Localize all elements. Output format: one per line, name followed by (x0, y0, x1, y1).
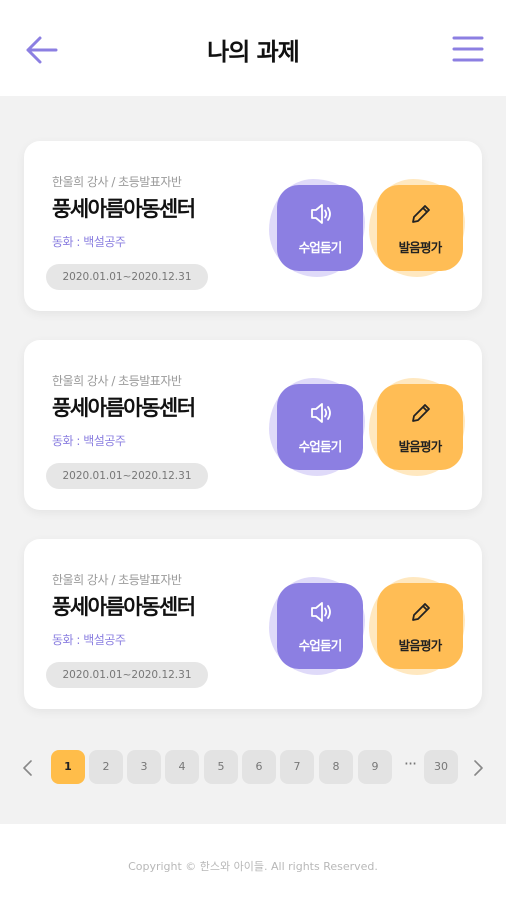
page-button-7[interactable]: 7 (280, 750, 314, 784)
period-badge: 2020.01.01~2020.12.31 (46, 264, 208, 290)
listen-class-button[interactable]: 수업듣기 (269, 577, 365, 675)
app-header: 나의 과제 (0, 0, 506, 96)
page-button-8[interactable]: 8 (319, 750, 353, 784)
pagination: 1 2 3 4 5 6 7 8 9 ··· 30 (0, 750, 506, 786)
pronunciation-eval-label: 발음평가 (398, 240, 443, 255)
period-badge: 2020.01.01~2020.12.31 (46, 463, 208, 489)
period-badge: 2020.01.01~2020.12.31 (46, 662, 208, 688)
pronunciation-eval-button[interactable]: 발음평가 (369, 378, 465, 476)
listen-class-label: 수업듣기 (298, 240, 343, 255)
next-page-button[interactable] (468, 758, 488, 778)
pencil-icon (412, 205, 430, 223)
chevron-left-icon (23, 760, 32, 776)
pencil-icon (412, 603, 430, 621)
assignment-card: 한울희 강사 / 초등발표자반 풍세아름아동센터 동화 : 백설공주 2020.… (24, 539, 482, 709)
page-button-6[interactable]: 6 (242, 750, 276, 784)
hamburger-menu-icon (452, 36, 484, 62)
pronunciation-eval-label: 발음평가 (398, 439, 443, 454)
pagination-ellipsis: ··· (403, 754, 417, 773)
page-button-3[interactable]: 3 (127, 750, 161, 784)
teacher-class-label: 한울희 강사 / 초등발표자반 (52, 175, 182, 189)
menu-button[interactable] (450, 32, 486, 66)
prev-page-button[interactable] (18, 758, 38, 778)
center-name: 풍세아름아동센터 (52, 396, 196, 420)
page-button-4[interactable]: 4 (165, 750, 199, 784)
teacher-class-label: 한울희 강사 / 초등발표자반 (52, 573, 182, 587)
center-name: 풍세아름아동센터 (52, 595, 196, 619)
page-title: 나의 과제 (207, 38, 300, 66)
copyright-text: Copyright © 한스와 아이들. All rights Reserved… (128, 860, 378, 873)
speaker-icon (311, 602, 331, 622)
pronunciation-eval-button[interactable]: 발음평가 (369, 179, 465, 277)
page-button-2[interactable]: 2 (89, 750, 123, 784)
center-name: 풍세아름아동센터 (52, 197, 196, 221)
book-label: 동화 : 백설공주 (52, 633, 126, 647)
book-label: 동화 : 백설공주 (52, 434, 126, 448)
listen-class-label: 수업듣기 (298, 638, 343, 653)
page-button-last[interactable]: 30 (424, 750, 458, 784)
pronunciation-eval-label: 발음평가 (398, 638, 443, 653)
pencil-icon (412, 404, 430, 422)
chevron-right-icon (474, 760, 483, 776)
assignment-card: 한울희 강사 / 초등발표자반 풍세아름아동센터 동화 : 백설공주 2020.… (24, 340, 482, 510)
speaker-icon (311, 204, 331, 224)
listen-class-button[interactable]: 수업듣기 (269, 179, 365, 277)
footer: Copyright © 한스와 아이들. All rights Reserved… (0, 824, 506, 900)
book-label: 동화 : 백설공주 (52, 235, 126, 249)
page-button-5[interactable]: 5 (204, 750, 238, 784)
pronunciation-eval-button[interactable]: 발음평가 (369, 577, 465, 675)
speaker-icon (311, 403, 331, 423)
teacher-class-label: 한울희 강사 / 초등발표자반 (52, 374, 182, 388)
listen-class-button[interactable]: 수업듣기 (269, 378, 365, 476)
page-button-1[interactable]: 1 (51, 750, 85, 784)
page-button-9[interactable]: 9 (358, 750, 392, 784)
assignment-card: 한울희 강사 / 초등발표자반 풍세아름아동센터 동화 : 백설공주 2020.… (24, 141, 482, 311)
listen-class-label: 수업듣기 (298, 439, 343, 454)
